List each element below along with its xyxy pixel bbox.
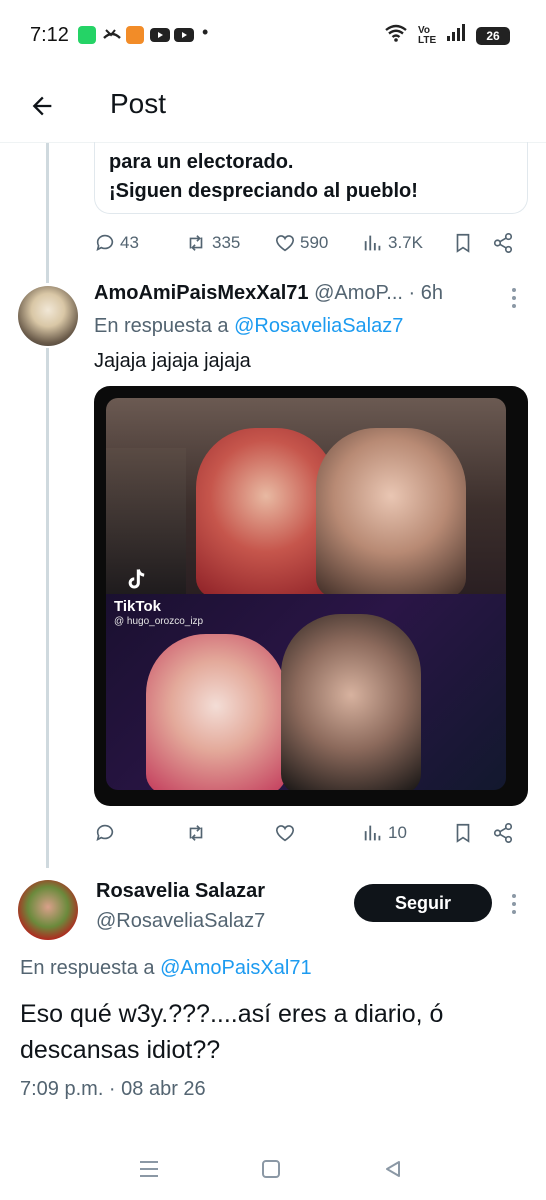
repost-button[interactable]: 335 xyxy=(184,228,240,258)
status-bar: 7:12 • Vo LTE 26 xyxy=(0,0,546,72)
bookmark-icon xyxy=(456,823,470,843)
quoted-text-line: ¡Siguen despreciando al pueblo! xyxy=(109,180,418,202)
share-button[interactable] xyxy=(492,228,514,258)
post-text: Jajaja jajaja jajaja xyxy=(94,350,251,372)
avatar[interactable] xyxy=(18,880,78,940)
like-button[interactable]: 590 xyxy=(274,228,328,258)
back-nav-button[interactable] xyxy=(378,1154,408,1184)
like-button[interactable] xyxy=(274,818,296,848)
battery-icon: 26 xyxy=(476,26,510,45)
avatar[interactable] xyxy=(18,286,78,346)
signal-icon xyxy=(446,24,466,47)
media-panel-top xyxy=(106,398,506,598)
heart-icon xyxy=(275,235,295,252)
repost-count: 335 xyxy=(212,233,241,252)
parent-action-bar: 43 335 590 3.7K xyxy=(94,228,524,258)
share-icon xyxy=(493,823,513,843)
missed-call-icon xyxy=(102,26,122,44)
reply-count: 43 xyxy=(120,233,139,252)
app-icon xyxy=(126,26,144,44)
tiktok-watermark: TikTok xyxy=(114,598,161,615)
system-nav-bar xyxy=(0,1136,546,1200)
reply-button[interactable]: 43 xyxy=(94,228,139,258)
photo-person xyxy=(146,634,286,790)
status-right: Vo LTE 26 xyxy=(384,24,510,47)
author-name[interactable]: AmoAmiPaisMexXal71 xyxy=(94,282,309,304)
home-button[interactable] xyxy=(256,1154,286,1184)
youtube-icon xyxy=(174,26,194,44)
photo-person xyxy=(281,614,421,790)
app-header: Post xyxy=(0,72,546,142)
repost-button[interactable] xyxy=(184,818,208,848)
tiktok-handle: @ hugo_orozco_izp xyxy=(114,616,204,627)
share-button[interactable] xyxy=(492,818,514,848)
author-name[interactable]: Rosavelia Salazar xyxy=(96,880,265,903)
media-image: TikTok @ hugo_orozco_izp xyxy=(106,398,506,790)
repost-icon xyxy=(189,825,203,841)
status-time: 7:12 xyxy=(30,24,69,46)
post-text: Eso qué w3y.???....así eres a diario, ó … xyxy=(20,1000,444,1064)
like-count: 590 xyxy=(300,233,329,252)
views-icon xyxy=(364,235,381,251)
follow-button[interactable]: Seguir xyxy=(354,884,492,922)
network-type: Vo LTE xyxy=(418,24,437,46)
reply-context: En respuesta a @RosaveliaSalaz7 xyxy=(94,315,403,338)
mention-link[interactable]: @AmoPaisXal71 xyxy=(160,957,311,979)
more-options-icon[interactable] xyxy=(512,288,516,308)
quoted-post-card[interactable]: para un electorado. ¡Siguen despreciando… xyxy=(94,142,528,214)
home-square-icon xyxy=(262,1160,280,1178)
recent-apps-button[interactable] xyxy=(134,1154,164,1184)
post-time: · 6h xyxy=(408,282,443,304)
mention-link[interactable]: @RosaveliaSalaz7 xyxy=(234,315,403,337)
back-triangle-icon xyxy=(386,1161,400,1177)
reply-icon xyxy=(96,234,114,251)
repost-icon xyxy=(189,235,203,251)
views-button[interactable]: 3.7K xyxy=(362,228,423,258)
post-timestamp[interactable]: 7:09 p.m. · 08 abr 26 xyxy=(20,1078,206,1101)
reply-button[interactable] xyxy=(94,818,116,848)
post-media[interactable]: TikTok @ hugo_orozco_izp xyxy=(94,386,528,806)
author-handle[interactable]: @RosaveliaSalaz7 xyxy=(96,910,265,933)
tiktok-logo-icon xyxy=(122,566,150,594)
thread-line xyxy=(46,348,49,868)
youtube-icon xyxy=(150,26,170,44)
back-button[interactable] xyxy=(22,86,62,126)
thread-line xyxy=(46,143,49,283)
reply-prefix: En respuesta a xyxy=(94,315,235,337)
view-count: 10 xyxy=(388,823,407,842)
reply-prefix: En respuesta a xyxy=(20,957,161,979)
views-icon xyxy=(364,825,381,841)
more-options-icon[interactable] xyxy=(512,894,516,914)
reply-icon xyxy=(96,824,114,841)
reply-header: AmoAmiPaisMexXal71 @AmoP... · 6h xyxy=(94,282,524,308)
view-count: 3.7K xyxy=(388,233,423,252)
reply-action-bar: 10 xyxy=(94,818,524,848)
menu-icon xyxy=(140,1161,158,1177)
heart-icon xyxy=(275,825,295,842)
author-handle[interactable]: @AmoP... xyxy=(314,282,403,304)
quoted-text-line: para un electorado. xyxy=(109,151,294,173)
bookmark-icon xyxy=(456,233,470,253)
page-title: Post xyxy=(110,88,167,119)
views-button[interactable]: 10 xyxy=(362,818,407,848)
notification-dot: • xyxy=(202,22,209,42)
reply-context: En respuesta a @AmoPaisXal71 xyxy=(20,957,312,980)
share-icon xyxy=(493,233,513,253)
whatsapp-icon xyxy=(78,26,96,44)
photo-person xyxy=(316,428,466,598)
bookmark-button[interactable] xyxy=(452,818,474,848)
bookmark-button[interactable] xyxy=(452,228,474,258)
arrow-left-icon xyxy=(32,96,52,116)
photo-person xyxy=(196,428,336,598)
wifi-icon xyxy=(384,24,408,47)
